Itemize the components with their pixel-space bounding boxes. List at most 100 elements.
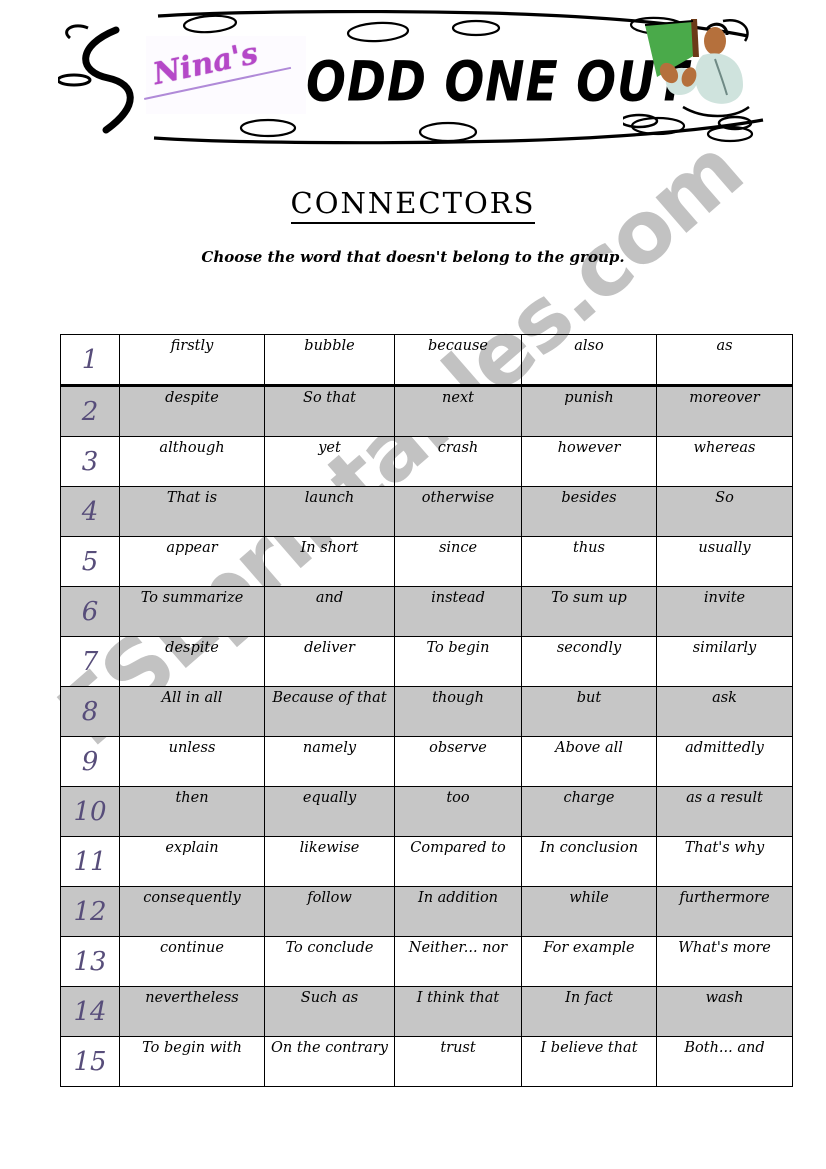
word-cell[interactable]: furthermore	[656, 886, 793, 937]
word-cell[interactable]: despite	[119, 636, 265, 687]
word-cell[interactable]: continue	[119, 936, 265, 987]
row-number: 14	[60, 986, 120, 1037]
word-cell[interactable]: In conclusion	[521, 836, 657, 887]
table-row: 2 despite So that next punish moreover	[60, 385, 793, 437]
word-cell[interactable]: To begin	[394, 636, 522, 687]
row-number: 4	[60, 486, 120, 537]
table-row: 15 To begin with On the contrary trust I bel…	[60, 1036, 793, 1087]
word-cell[interactable]: invite	[656, 586, 793, 637]
word-cell[interactable]: Such as	[264, 986, 395, 1037]
table-row: 8 All in all Because of that though but ask	[60, 686, 793, 737]
word-cell[interactable]: consequently	[119, 886, 265, 937]
word-cell[interactable]: instead	[394, 586, 522, 637]
word-cell[interactable]: For example	[521, 936, 657, 987]
word-cell[interactable]: On the contrary	[264, 1036, 395, 1087]
row-number: 7	[60, 636, 120, 687]
word-cell[interactable]: To summarize	[119, 586, 265, 637]
word-cell[interactable]: In fact	[521, 986, 657, 1037]
word-cell[interactable]: besides	[521, 486, 657, 537]
word-cell[interactable]: as	[656, 334, 793, 387]
word-cell[interactable]: unless	[119, 736, 265, 787]
word-cell[interactable]: whereas	[656, 436, 793, 487]
word-cell[interactable]: So that	[264, 385, 395, 437]
row-number: 9	[60, 736, 120, 787]
word-cell[interactable]: nevertheless	[119, 986, 265, 1037]
word-cell[interactable]: Compared to	[394, 836, 522, 887]
instruction-text: Choose the word that doesn't belong to t…	[201, 248, 625, 266]
person-reading-book-icon	[623, 18, 753, 131]
word-cell[interactable]: bubble	[264, 334, 395, 387]
word-cell[interactable]: What's more	[656, 936, 793, 987]
word-cell[interactable]: observe	[394, 736, 522, 787]
word-cell[interactable]: usually	[656, 536, 793, 587]
word-cell[interactable]: ask	[656, 686, 793, 737]
table-row: 9 unless namely observe Above all admittedly	[60, 736, 793, 787]
word-cell[interactable]: likewise	[264, 836, 395, 887]
word-cell[interactable]: as a result	[656, 786, 793, 837]
table-row: 12 consequently follow In addition while furt…	[60, 886, 793, 937]
word-cell[interactable]: moreover	[656, 385, 793, 437]
word-cell[interactable]: namely	[264, 736, 395, 787]
word-cell[interactable]: I believe that	[521, 1036, 657, 1087]
word-cell[interactable]: then	[119, 786, 265, 837]
word-cell[interactable]: appear	[119, 536, 265, 587]
row-number: 15	[60, 1036, 120, 1087]
word-cell[interactable]: follow	[264, 886, 395, 937]
word-cell[interactable]: That is	[119, 486, 265, 537]
word-cell[interactable]: crash	[394, 436, 522, 487]
word-cell[interactable]: because	[394, 334, 522, 387]
word-cell[interactable]: next	[394, 385, 522, 437]
word-cell[interactable]: To conclude	[264, 936, 395, 987]
word-cell[interactable]: trust	[394, 1036, 522, 1087]
word-cell[interactable]: however	[521, 436, 657, 487]
word-cell[interactable]: Neither... nor	[394, 936, 522, 987]
row-number: 2	[60, 385, 120, 437]
word-cell[interactable]: charge	[521, 786, 657, 837]
word-cell[interactable]: So	[656, 486, 793, 537]
page-title: CONNECTORS	[0, 186, 826, 224]
row-number: 12	[60, 886, 120, 937]
header-banner: Nina's ODD ONE OUT	[58, 10, 774, 145]
row-number: 10	[60, 786, 120, 837]
word-cell[interactable]: firstly	[119, 334, 265, 387]
word-cell[interactable]: thus	[521, 536, 657, 587]
word-cell[interactable]: equally	[264, 786, 395, 837]
word-cell[interactable]: In addition	[394, 886, 522, 937]
word-cell[interactable]: since	[394, 536, 522, 587]
word-cell[interactable]: despite	[119, 385, 265, 437]
word-cell[interactable]: yet	[264, 436, 395, 487]
word-cell[interactable]: wash	[656, 986, 793, 1037]
row-number: 13	[60, 936, 120, 987]
word-cell[interactable]: too	[394, 786, 522, 837]
word-cell[interactable]: Both... and	[656, 1036, 793, 1087]
word-cell[interactable]: also	[521, 334, 657, 387]
table-row: 7 despite deliver To begin secondly similarly	[60, 636, 793, 687]
word-cell[interactable]: Above all	[521, 736, 657, 787]
word-cell[interactable]: though	[394, 686, 522, 737]
word-cell[interactable]: I think that	[394, 986, 522, 1037]
word-cell[interactable]: That's why	[656, 836, 793, 887]
word-cell[interactable]: secondly	[521, 636, 657, 687]
word-cell[interactable]: admittedly	[656, 736, 793, 787]
word-cell[interactable]: punish	[521, 385, 657, 437]
odd-one-out-table: 1 firstly bubble because also as 2 despite So th…	[60, 334, 793, 1087]
word-cell[interactable]: To sum up	[521, 586, 657, 637]
table-row: 14 nevertheless Such as I think that In fact…	[60, 986, 793, 1037]
word-cell[interactable]: deliver	[264, 636, 395, 687]
word-cell[interactable]: although	[119, 436, 265, 487]
page-title-text: CONNECTORS	[290, 186, 536, 224]
table-row: 1 firstly bubble because also as	[60, 334, 793, 387]
word-cell[interactable]: Because of that	[264, 686, 395, 737]
word-cell[interactable]: but	[521, 686, 657, 737]
word-cell[interactable]: similarly	[656, 636, 793, 687]
row-number: 5	[60, 536, 120, 587]
word-cell[interactable]: To begin with	[119, 1036, 265, 1087]
word-cell[interactable]: launch	[264, 486, 395, 537]
word-cell[interactable]: while	[521, 886, 657, 937]
word-cell[interactable]: explain	[119, 836, 265, 887]
word-cell[interactable]: All in all	[119, 686, 265, 737]
table-row: 11 explain likewise Compared to In conclusio…	[60, 836, 793, 887]
word-cell[interactable]: and	[264, 586, 395, 637]
word-cell[interactable]: In short	[264, 536, 395, 587]
word-cell[interactable]: otherwise	[394, 486, 522, 537]
